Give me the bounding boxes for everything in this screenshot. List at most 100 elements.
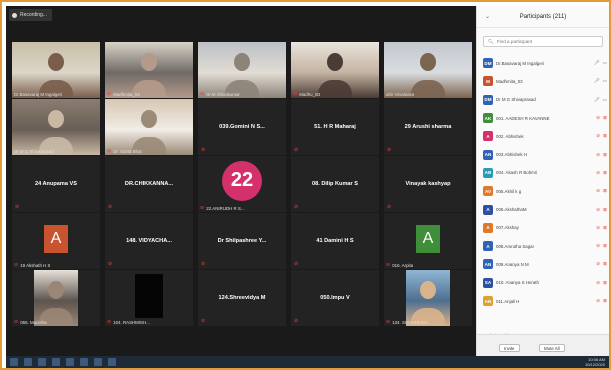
search-icon[interactable] — [24, 358, 32, 366]
taskbar-clock[interactable]: 10:06 AM 10/12/2020 — [585, 357, 609, 367]
video-tile[interactable]: Vinayak kashyap ⊘ — [384, 156, 472, 212]
video-icon[interactable]: ▭ — [603, 97, 607, 103]
video-tile[interactable]: A ⊘ 19 Akshath H S — [12, 213, 100, 269]
video-tile[interactable]: ⊘ Dr.M.Shivakumar — [198, 42, 286, 98]
mic-muted-icon[interactable]: ⊘ — [596, 225, 600, 231]
start-icon[interactable] — [10, 358, 18, 366]
video-tile[interactable]: ⊘ Madhmita_03 — [105, 42, 193, 98]
tile-caption-text: Madhmita_03 — [113, 92, 140, 97]
mic-muted-icon: ⊘ — [201, 261, 206, 267]
video-off-icon[interactable]: ⊠ — [603, 207, 607, 213]
video-tile[interactable]: Dr Shilpashree Y... ⊘ — [198, 213, 286, 269]
tile-caption: ⊘ Madhu_B3 — [293, 92, 320, 97]
video-off-icon[interactable]: ⊠ — [603, 225, 607, 231]
mic-muted-icon[interactable]: ⊘ — [596, 170, 600, 176]
video-off-icon[interactable]: ⊠ — [603, 115, 607, 121]
participant-name: Madhmita_03 — [496, 78, 523, 84]
video-off-icon[interactable]: ⊠ — [603, 170, 607, 176]
video-tile[interactable]: DR.CHIKKANNA... ⊘ — [105, 156, 193, 212]
participant-search[interactable]: 🔍︎ — [483, 36, 603, 47]
participant-status: ⊘ ⊠ — [596, 115, 607, 121]
participant-row[interactable]: M Madhmita_03 🎤︎ ▭ — [483, 72, 607, 90]
mic-muted-icon[interactable]: ⊘ — [596, 188, 600, 194]
windows-taskbar: 10:06 AM 10/12/2020 — [6, 356, 609, 368]
video-off-icon[interactable]: ⊠ — [603, 280, 607, 286]
mic-icon[interactable]: 🎤︎ — [594, 97, 600, 103]
video-icon[interactable]: ▭ — [603, 60, 607, 66]
participant-row[interactable]: AK 001. AADESH R KAVANNE ⊘ ⊠ — [483, 109, 607, 127]
video-tile[interactable]: ahir srivastava — [384, 42, 472, 98]
video-tile[interactable]: 050.Impu V ⊘ — [291, 270, 379, 326]
video-icon[interactable]: ▭ — [603, 78, 607, 84]
store-icon[interactable] — [94, 358, 102, 366]
mail-icon[interactable] — [108, 358, 116, 366]
mic-muted-icon[interactable]: ⊘ — [596, 115, 600, 121]
participant-row[interactable]: AB 004. Akash R Bohmri ⊘ ⊠ — [483, 164, 607, 182]
zoom-app-icon[interactable] — [80, 358, 88, 366]
participant-row[interactable]: A 002. Abhishek ⊘ ⊠ — [483, 127, 607, 145]
tile-caption: ⊘ Dr.M.Shivakumar — [200, 92, 240, 97]
video-off-icon[interactable]: ⊠ — [603, 188, 607, 194]
mic-muted-icon[interactable]: ⊘ — [596, 280, 600, 286]
video-tile[interactable]: ⊘ Dr. Sarita Bhat — [105, 99, 193, 155]
mic-muted-icon: ⊘ — [201, 318, 206, 324]
tile-caption: Dr.Basavaraj M Ingalgeri — [14, 92, 62, 97]
video-tile[interactable]: Dr.Basavaraj M Ingalgeri — [12, 42, 100, 98]
mic-muted-icon[interactable]: ⊘ — [596, 133, 600, 139]
mic-muted-icon[interactable]: ⊘ — [596, 152, 600, 158]
video-tile[interactable]: 148. VIDYACHA... ⊘ — [105, 213, 193, 269]
participant-row[interactable]: AV 005.Akhil k g ⊘ ⊠ — [483, 182, 607, 200]
invite-button[interactable]: Invite — [499, 344, 520, 352]
participant-row[interactable]: AN 003.Abhishek H ⊘ ⊠ — [483, 145, 607, 163]
video-tile[interactable]: ⊘ Madhu_B3 — [291, 42, 379, 98]
chevron-down-icon[interactable]: ⌄ — [485, 13, 490, 20]
participant-row[interactable]: SA 010. Ananya S Herath ⊘ ⊠ — [483, 274, 607, 292]
participant-row[interactable]: DM Dr M G Shivaprasad 🎤︎ ▭ — [483, 91, 607, 109]
tile-caption-text: 22.ANIRUDH R S... — [206, 206, 245, 211]
video-tile[interactable]: ⊘ 134. SUGUNESH... — [384, 270, 472, 326]
video-off-icon[interactable]: ⊠ — [603, 152, 607, 158]
participant-row[interactable]: A 006.AkshathaM ⊘ ⊠ — [483, 200, 607, 218]
video-tile[interactable]: 51. H R Maharaj ⊘ — [291, 99, 379, 155]
person-body — [411, 80, 445, 98]
participant-row[interactable]: AN 011.Anjali H ⊘ ⊠ — [483, 292, 607, 310]
participant-video — [406, 270, 450, 326]
mic-muted-icon[interactable]: ⊘ — [596, 298, 600, 304]
video-off-icon[interactable]: ⊠ — [603, 261, 607, 267]
video-tile[interactable]: Dr M G Shivaprasad — [12, 99, 100, 155]
video-grid: Dr.Basavaraj M Ingalgeri ⊘ Madhmita_03 ⊘ Dr.… — [12, 42, 472, 326]
video-tile[interactable]: 22 ⊘ 22.ANIRUDH R S... — [198, 156, 286, 212]
person-silhouette — [234, 52, 250, 71]
mute-all-button[interactable]: Mute All — [539, 344, 565, 352]
video-tile[interactable]: 08. Dilip Kumar S ⊘ — [291, 156, 379, 212]
video-off-icon[interactable]: ⊠ — [603, 298, 607, 304]
video-tile[interactable]: 24 Anupama VS ⊘ — [12, 156, 100, 212]
participant-avatar: A — [483, 241, 493, 252]
video-off-icon[interactable]: ⊠ — [603, 243, 607, 249]
recording-indicator[interactable]: Recording... — [9, 9, 52, 21]
mic-icon[interactable]: 🎤︎ — [594, 78, 600, 84]
video-tile[interactable]: A ⊘ 016. Arpita — [384, 213, 472, 269]
video-tile[interactable]: 124.Shreevidya M ⊘ — [198, 270, 286, 326]
search-input[interactable] — [496, 39, 597, 44]
video-tile[interactable]: 29 Arushi sharma ⊘ — [384, 99, 472, 155]
browser-icon[interactable] — [52, 358, 60, 366]
participant-row[interactable]: AN 009.Ananya N M ⊘ ⊠ — [483, 255, 607, 273]
participant-row[interactable]: A 007.Akshay ⊘ ⊠ — [483, 219, 607, 237]
mic-icon[interactable]: 🎤︎ — [594, 60, 600, 66]
mic-muted-icon: ⊘ — [108, 204, 113, 210]
video-off-icon[interactable]: ⊠ — [603, 133, 607, 139]
video-tile[interactable]: 039.Gomini N S... ⊘ — [198, 99, 286, 155]
video-tile[interactable]: 41 Damini H S ⊘ — [291, 213, 379, 269]
participant-row[interactable]: DM Dr.Basavaraj M Ingalgeri 🎤︎ ▭ — [483, 54, 607, 72]
video-tile[interactable]: ⊘ 104. RASHMISH... — [105, 270, 193, 326]
mic-muted-icon[interactable]: ⊘ — [596, 207, 600, 213]
participant-name: DR.CHIKKANNA... — [124, 181, 174, 187]
mic-muted-icon[interactable]: ⊘ — [596, 261, 600, 267]
video-tile[interactable]: ⊘ 066. Manisha — [12, 270, 100, 326]
participant-status: 🎤︎ ▭ — [594, 97, 607, 103]
mic-muted-icon[interactable]: ⊘ — [596, 243, 600, 249]
task-view-icon[interactable] — [38, 358, 46, 366]
participant-row[interactable]: A 008.Amrutha Sagar ⊘ ⊠ — [483, 237, 607, 255]
file-explorer-icon[interactable] — [66, 358, 74, 366]
